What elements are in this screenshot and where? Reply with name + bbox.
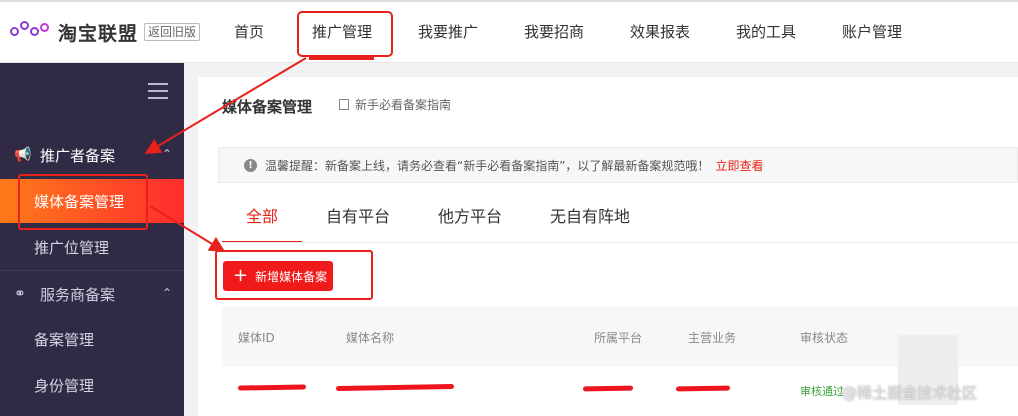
tab-other-platform[interactable]: 他方平台 — [438, 203, 502, 227]
top-strip — [0, 0, 1018, 2]
nav-account[interactable]: 账户管理 — [842, 21, 902, 42]
main-panel: 媒体备案管理 新手必看备案指南 ! 温馨提醒：新备案上线，请务必查看“新手必看备… — [198, 77, 1018, 416]
header-media-id: 媒体ID — [238, 331, 275, 345]
logo-text: 淘宝联盟 — [58, 22, 139, 45]
annotation-box-nav — [297, 11, 393, 57]
sidebar-divider — [0, 270, 184, 271]
tab-all[interactable]: 全部 — [246, 203, 278, 227]
header-business: 主营业务 — [688, 331, 737, 345]
annotation-box-sidebar — [18, 174, 148, 230]
chevron-up-icon: ⌃ — [161, 286, 172, 300]
add-media-label: 新增媒体备案 — [255, 269, 328, 284]
sidebar-group-provider[interactable]: ⚭ 服务商备案 ⌃ — [0, 274, 184, 314]
nav-tools[interactable]: 我的工具 — [736, 21, 796, 42]
logo-icon — [10, 21, 52, 43]
megaphone-icon: 📢 — [14, 147, 32, 163]
handshake-icon: ⚭ — [14, 286, 26, 302]
notice-text: 温馨提醒：新备案上线，请务必查看“新手必看备案指南”，以了解最新备案规范哦！ — [265, 158, 710, 173]
sidebar-item-adzone[interactable]: 推广位管理 — [0, 225, 184, 269]
top-bar: 淘宝联盟 返回旧版 首页 推广管理 我要推广 我要招商 效果报表 我的工具 账户… — [0, 0, 1018, 63]
header-platform: 所属平台 — [594, 331, 643, 345]
sidebar-item-identity[interactable]: 身份管理 — [0, 363, 184, 407]
page-title: 媒体备案管理 — [222, 98, 313, 116]
redacted-business — [675, 385, 731, 392]
redacted-platform — [582, 385, 634, 392]
notice-view-link[interactable]: 立即查看 — [715, 157, 763, 174]
sidebar-group-label: 服务商备案 — [40, 285, 116, 304]
tabs-divider — [222, 242, 1018, 243]
nav-promote[interactable]: 我要推广 — [418, 21, 478, 42]
nav-home[interactable]: 首页 — [234, 21, 264, 42]
guide-label: 新手必看备案指南 — [355, 98, 452, 112]
status-badge: 审核通过 — [800, 385, 844, 398]
nav-active-underline — [309, 57, 374, 60]
redacted-media-name — [335, 383, 455, 392]
menu-icon[interactable] — [148, 83, 168, 99]
logo[interactable]: 淘宝联盟 返回旧版 — [10, 20, 201, 45]
nav-merchant[interactable]: 我要招商 — [524, 21, 584, 42]
tab-own-platform[interactable]: 自有平台 — [326, 203, 390, 227]
watermark: @稀土掘金技术社区 — [842, 384, 978, 402]
chevron-up-icon: ⌃ — [161, 147, 172, 161]
old-version-button[interactable]: 返回旧版 — [144, 23, 201, 41]
notice-banner: ! 温馨提醒：新备案上线，请务必查看“新手必看备案指南”，以了解最新备案规范哦！… — [218, 147, 1018, 183]
sidebar-group-label: 推广者备案 — [40, 146, 116, 165]
info-icon: ! — [244, 158, 257, 172]
plus-icon: + — [233, 265, 249, 286]
guide-link[interactable]: 新手必看备案指南 — [339, 96, 451, 113]
header-media-name: 媒体名称 — [346, 331, 395, 345]
nav-reports[interactable]: 效果报表 — [630, 21, 690, 42]
sidebar-group-promoter[interactable]: 📢 推广者备案 ⌃ — [0, 135, 184, 175]
sidebar-item-record-management[interactable]: 备案管理 — [0, 317, 184, 361]
document-icon — [339, 99, 349, 110]
add-media-button[interactable]: + 新增媒体备案 — [223, 261, 333, 291]
sidebar: 📢 推广者备案 ⌃ 媒体备案管理 推广位管理 ⚭ 服务商备案 ⌃ 备案管理 身份… — [0, 63, 184, 416]
header-status: 审核状态 — [800, 331, 849, 345]
redacted-media-id — [237, 384, 307, 391]
tab-no-own[interactable]: 无自有阵地 — [550, 203, 630, 227]
